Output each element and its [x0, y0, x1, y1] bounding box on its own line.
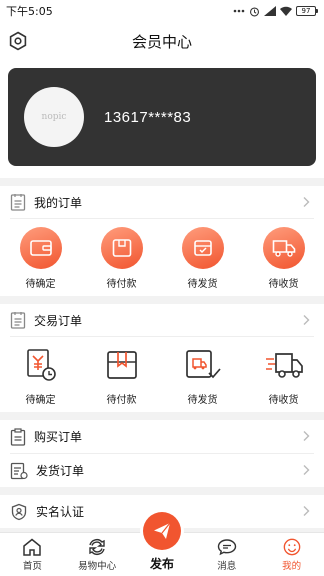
- invoice-icon: [10, 462, 28, 479]
- trade-orders-row: 待确定 待付款 待发货 待收货: [0, 337, 324, 412]
- my-order-pending-shipment[interactable]: 待发货: [168, 227, 238, 290]
- tab-home[interactable]: 首页: [2, 538, 62, 572]
- document-icon: [10, 194, 26, 211]
- moving-truck-icon: [264, 345, 304, 385]
- tab-publish[interactable]: 发布: [132, 512, 192, 572]
- header: 会员中心: [0, 22, 324, 60]
- my-orders-section: 我的订单 待确定 待付款 待发货 待收货: [0, 186, 324, 296]
- bottom-tab-bar: 首页 易物中心 发布 消息 我的: [0, 512, 324, 576]
- clipboard-icon: [10, 427, 26, 446]
- chat-bubble-icon: [217, 539, 236, 556]
- my-orders-row: 待确定 待付款 待发货 待收货: [0, 219, 324, 296]
- tab-publish-label: 发布: [149, 557, 174, 571]
- alarm-icon: [250, 6, 259, 16]
- chevron-right-icon: [303, 315, 310, 325]
- home-icon: [23, 538, 42, 556]
- trade-orders-title: 交易订单: [34, 313, 83, 328]
- purchase-orders-label: 购买订单: [34, 430, 83, 444]
- order-label: 待收货: [268, 279, 299, 290]
- card-icon: [100, 227, 143, 269]
- trade-order-pending-payment[interactable]: 待付款: [87, 345, 157, 406]
- order-label: 待付款: [106, 279, 137, 290]
- my-orders-header[interactable]: 我的订单: [0, 186, 324, 218]
- chevron-right-icon: [303, 197, 310, 207]
- tab-mine[interactable]: 我的: [262, 538, 322, 572]
- profile-card[interactable]: nopic 13617****83: [8, 68, 316, 166]
- my-order-pending-payment[interactable]: 待付款: [87, 227, 157, 290]
- exchange-icon: [89, 539, 105, 555]
- my-order-pending-receipt[interactable]: 待收货: [249, 227, 319, 290]
- wifi-icon: [280, 6, 292, 16]
- purchase-orders-link[interactable]: 购买订单: [0, 420, 324, 453]
- chevron-right-icon: [303, 431, 310, 441]
- trade-order-pending-confirm[interactable]: 待确定: [6, 345, 76, 406]
- order-label: 待发货: [187, 279, 218, 290]
- phone-number: 13617****83: [104, 108, 192, 126]
- order-label: 待收货: [268, 395, 299, 406]
- box-check-icon: [181, 227, 224, 269]
- my-orders-title: 我的订单: [34, 195, 83, 210]
- trade-orders-section: 交易订单 待确定 待付款 待发货 待收货: [0, 304, 324, 412]
- settings-icon[interactable]: [8, 31, 28, 51]
- order-label: 待确定: [25, 395, 56, 406]
- status-bar: 下午5:05 97: [0, 0, 324, 22]
- chevron-right-icon: [303, 506, 310, 516]
- battery-icon: 97: [296, 6, 318, 16]
- smiley-icon: [283, 538, 300, 556]
- avatar-placeholder-text: nopic: [41, 112, 67, 122]
- profile-card-container: nopic 13617****83: [0, 60, 324, 178]
- trade-order-pending-shipment[interactable]: 待发货: [168, 345, 238, 406]
- signal-icon: [264, 6, 276, 16]
- document-icon: [10, 312, 26, 329]
- paper-plane-icon[interactable]: [142, 512, 181, 550]
- package-icon: [102, 345, 142, 385]
- tab-messages[interactable]: 消息: [197, 538, 257, 572]
- tab-exchange-label: 易物中心: [78, 561, 117, 572]
- trade-order-pending-receipt[interactable]: 待收货: [249, 345, 319, 406]
- status-icons: 97: [233, 6, 318, 17]
- truck-check-icon: [183, 345, 223, 385]
- order-links-section: 购买订单 发货订单: [0, 420, 324, 487]
- order-label: 待付款: [106, 395, 137, 406]
- avatar[interactable]: nopic: [24, 87, 84, 147]
- tab-messages-label: 消息: [217, 561, 237, 572]
- page-title: 会员中心: [131, 32, 192, 51]
- trade-orders-header[interactable]: 交易订单: [0, 304, 324, 336]
- wallet-icon: [19, 227, 62, 269]
- order-label: 待发货: [187, 395, 218, 406]
- shipping-orders-label: 发货订单: [36, 464, 85, 478]
- more-dots-icon: [233, 9, 245, 13]
- my-order-pending-confirm[interactable]: 待确定: [6, 227, 76, 290]
- shield-user-icon: [11, 503, 27, 520]
- status-time: 下午5:05: [6, 5, 53, 18]
- truck-icon: [262, 227, 305, 269]
- tab-exchange[interactable]: 易物中心: [67, 538, 127, 572]
- order-label: 待确定: [25, 279, 56, 290]
- tab-home-label: 首页: [22, 561, 42, 572]
- verification-label: 实名认证: [36, 505, 85, 519]
- shipping-orders-link[interactable]: 发货订单: [0, 454, 324, 487]
- chevron-right-icon: [303, 465, 310, 475]
- yen-clock-icon: [21, 345, 61, 385]
- tab-mine-label: 我的: [282, 561, 302, 572]
